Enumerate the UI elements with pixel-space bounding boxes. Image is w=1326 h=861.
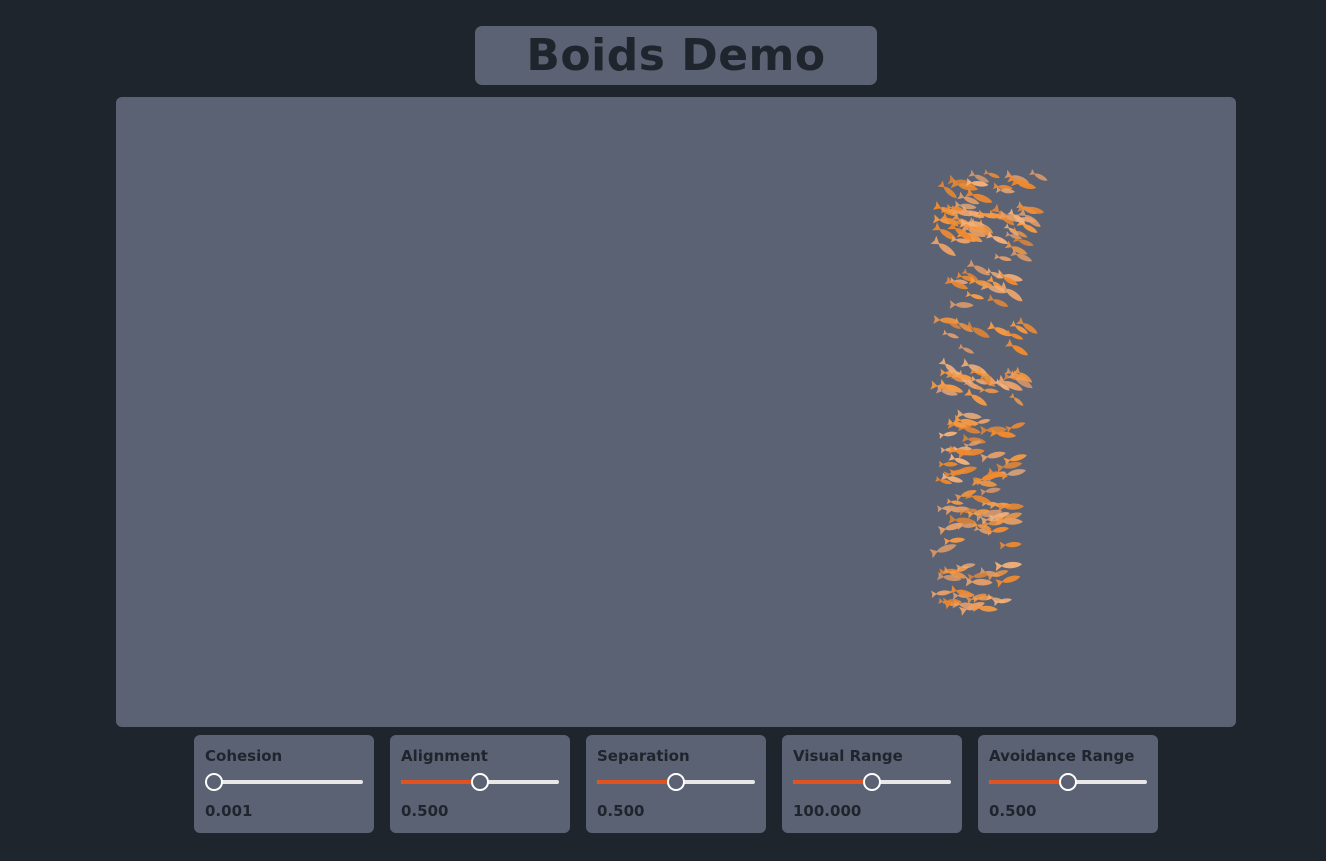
cohesion-slider[interactable] [205, 773, 363, 791]
page-title: Boids Demo [526, 29, 826, 81]
control-separation: Separation 0.500 [586, 735, 766, 833]
avoidance-range-slider[interactable] [989, 773, 1147, 791]
control-label: Visual Range [793, 747, 903, 765]
slider-fill [793, 780, 872, 784]
slider-fill [989, 780, 1068, 784]
simulation-canvas[interactable] [116, 97, 1236, 727]
control-label: Avoidance Range [989, 747, 1135, 765]
boid [1000, 469, 1026, 481]
slider-thumb[interactable] [1059, 773, 1077, 791]
alignment-slider[interactable] [401, 773, 559, 791]
control-value: 0.500 [401, 802, 449, 820]
control-value: 0.500 [597, 802, 645, 820]
slider-thumb[interactable] [863, 773, 881, 791]
control-avoidance-range: Avoidance Range 0.500 [978, 735, 1158, 833]
boid [994, 561, 1023, 572]
boid [931, 590, 952, 599]
boid [986, 526, 1009, 537]
title-panel: Boids Demo [475, 26, 877, 85]
boid [943, 537, 966, 546]
slider-thumb[interactable] [471, 773, 489, 791]
slider-track [205, 780, 363, 784]
boid [1005, 422, 1026, 433]
control-value: 0.500 [989, 802, 1037, 820]
slider-fill [401, 780, 480, 784]
controls-bar: Cohesion 0.001 Alignment 0.500 Separatio… [194, 735, 1158, 833]
boid [946, 498, 964, 505]
boid [938, 460, 958, 468]
slider-thumb[interactable] [667, 773, 685, 791]
boid [938, 431, 958, 440]
control-visual-range: Visual Range 100.000 [782, 735, 962, 833]
control-value: 0.001 [205, 802, 253, 820]
boid [980, 487, 1001, 496]
control-label: Separation [597, 747, 690, 765]
boid [985, 230, 1009, 244]
boids-layer [929, 168, 1048, 616]
boid [994, 253, 1012, 261]
boid [1005, 338, 1029, 356]
control-label: Alignment [401, 747, 488, 765]
boid [949, 300, 974, 309]
control-cohesion: Cohesion 0.001 [194, 735, 374, 833]
boid [999, 541, 1022, 550]
boid [986, 294, 1009, 307]
boid [954, 490, 977, 502]
boid [979, 386, 999, 394]
boid [987, 321, 1012, 337]
slider-fill [597, 780, 676, 784]
slider-thumb[interactable] [205, 773, 223, 791]
boid [965, 290, 985, 300]
separation-slider[interactable] [597, 773, 755, 791]
boid [929, 544, 957, 559]
control-value: 100.000 [793, 802, 862, 820]
boid [1009, 392, 1024, 406]
control-alignment: Alignment 0.500 [390, 735, 570, 833]
visual-range-slider[interactable] [793, 773, 951, 791]
control-label: Cohesion [205, 747, 283, 765]
boid [957, 343, 975, 354]
boid [942, 329, 959, 339]
boid [1028, 168, 1048, 181]
